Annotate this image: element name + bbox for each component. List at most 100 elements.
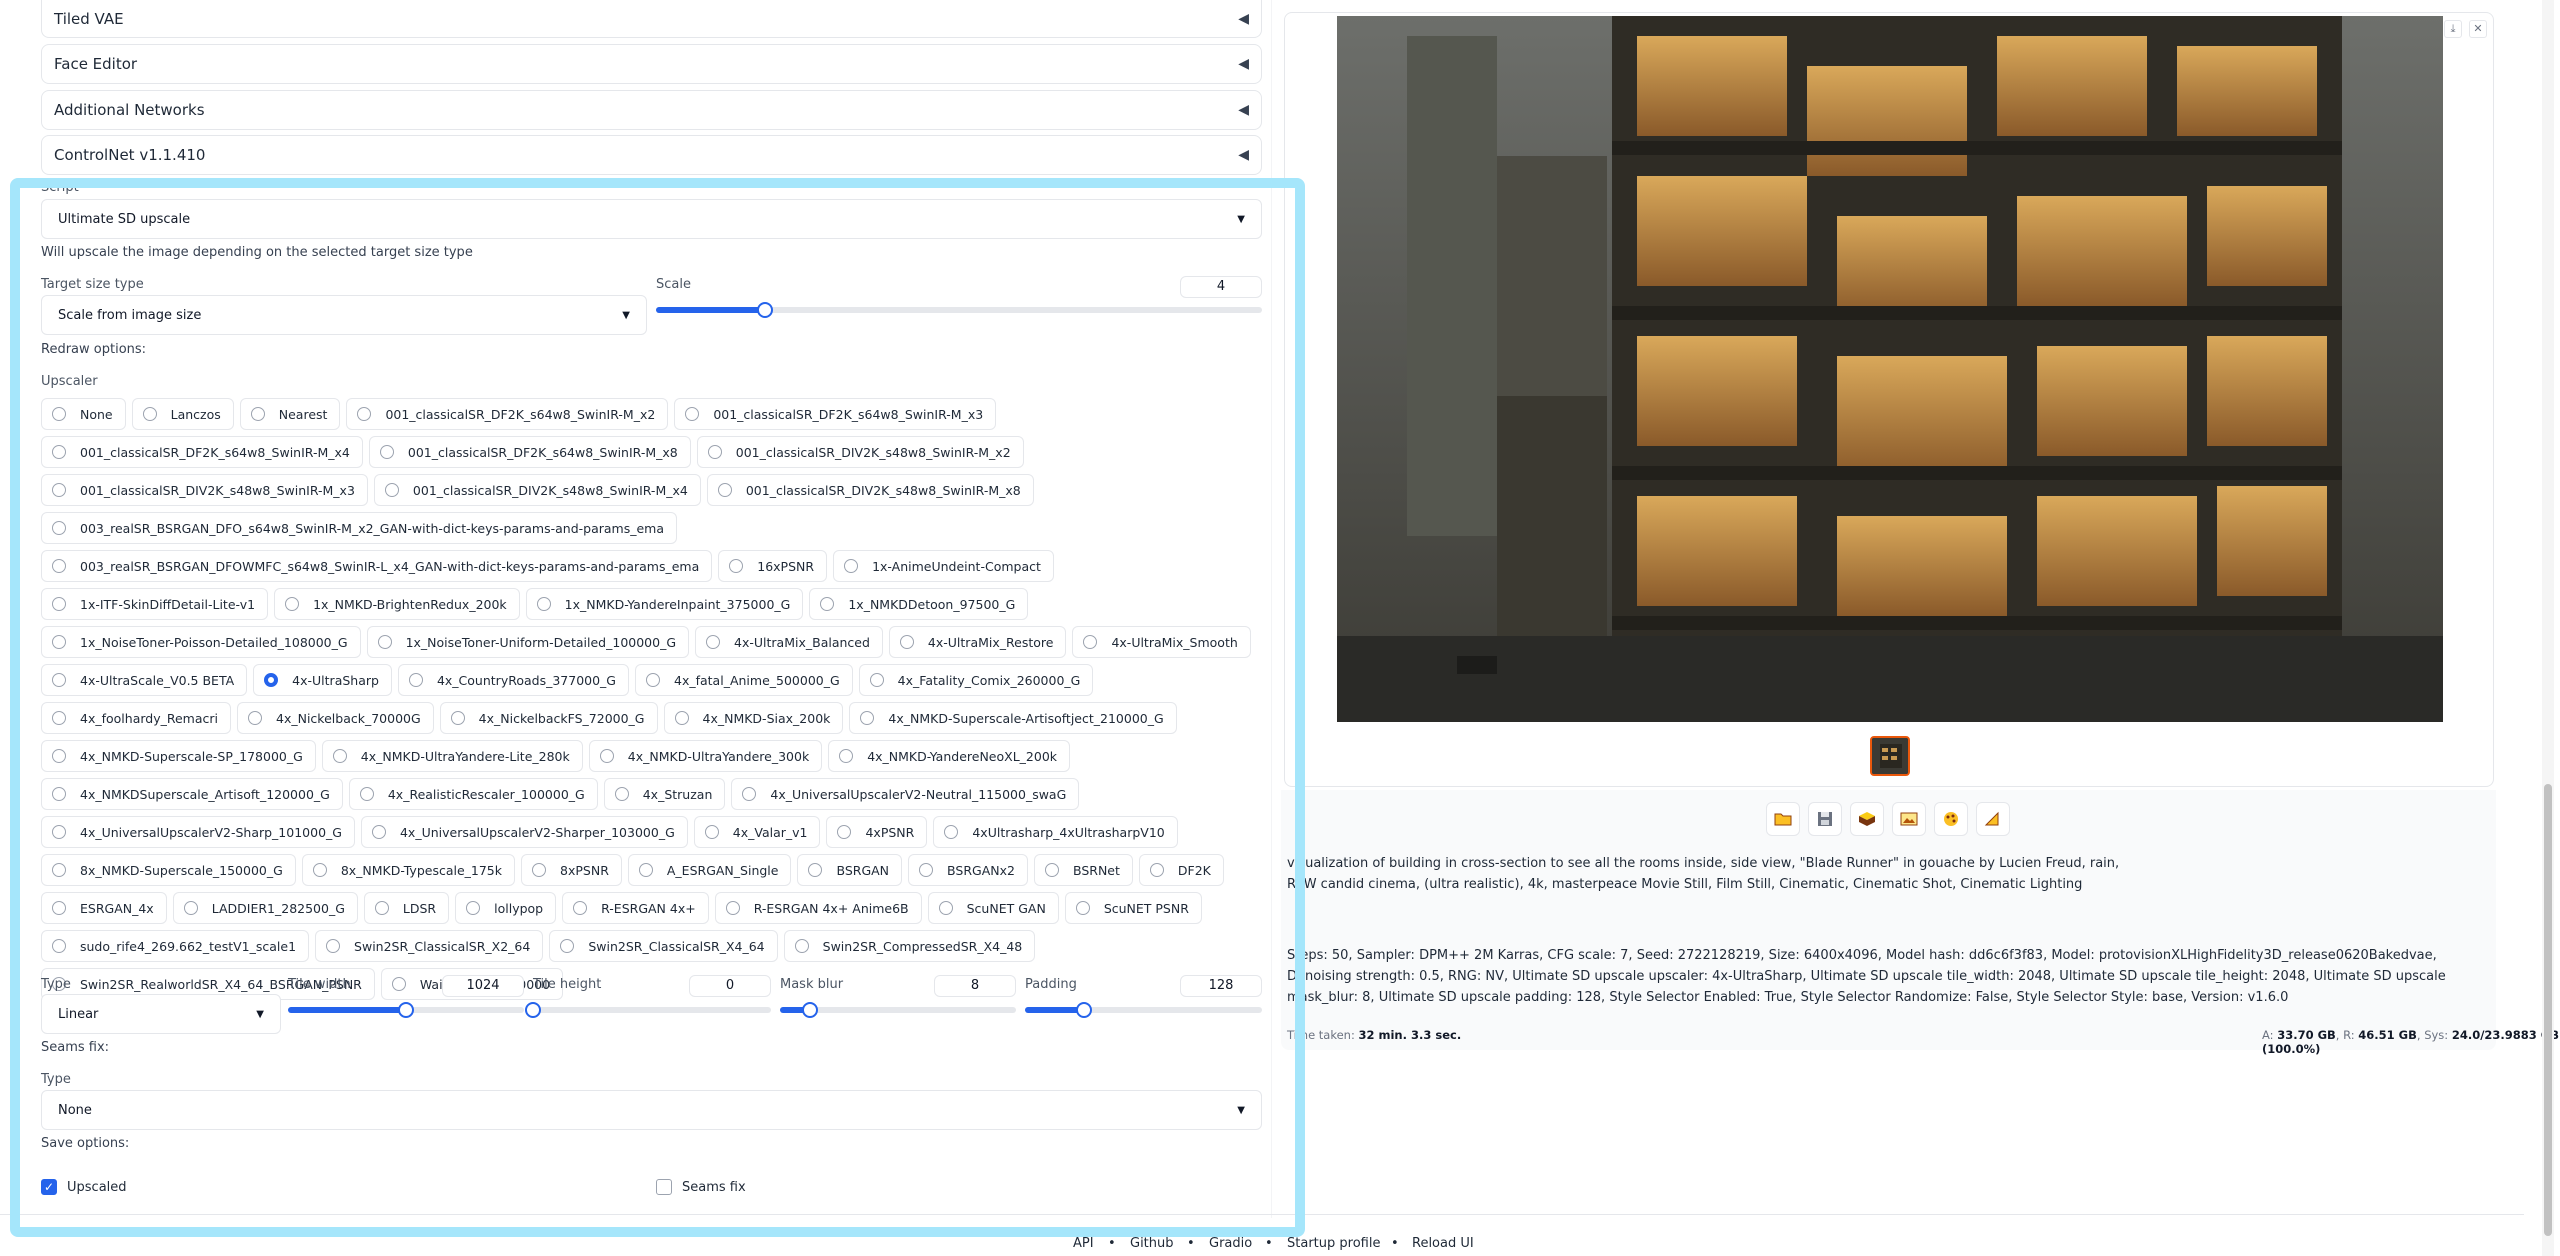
radio-circle-icon[interactable]	[706, 635, 721, 649]
slider-thumb[interactable]	[525, 1002, 541, 1018]
folder-icon[interactable]	[1766, 802, 1800, 836]
slider-thumb[interactable]	[1076, 1002, 1093, 1018]
upscaler-option[interactable]: 4x_Struzan	[603, 778, 726, 810]
upscaler-option[interactable]: ScuNET GAN	[927, 892, 1059, 924]
upscaler-option[interactable]: 003_realSR_BSRGAN_DFOWMFC_s64w8_SwinIR-L…	[41, 550, 713, 582]
scrollbar-thumb[interactable]	[2544, 784, 2552, 1236]
upscaler-option[interactable]: 8x_NMKD-Superscale_150000_G	[41, 854, 296, 886]
radio-circle-icon[interactable]	[1083, 635, 1098, 649]
upscaler-option[interactable]: 4x_NickelbackFS_72000_G	[439, 702, 658, 734]
radio-circle-icon[interactable]	[52, 635, 66, 649]
upscaler-option[interactable]: 1x-ITF-SkinDiffDetail-Lite-v1	[41, 588, 269, 620]
padding-slider[interactable]	[1025, 1002, 1262, 1018]
upscaler-option[interactable]: 4xUltrasharp_4xUltrasharpV10	[933, 816, 1178, 848]
upscaler-option[interactable]: 4x_NMKD-UltraYandere-Lite_280k	[321, 740, 583, 772]
upscaler-option[interactable]: 4x_Nickelback_70000G	[237, 702, 434, 734]
upscaler-option[interactable]: 4x_UniversalUpscalerV2-Neutral_115000_sw…	[731, 778, 1080, 810]
upscaler-option[interactable]: 4x_RealisticRescaler_100000_G	[348, 778, 598, 810]
radio-circle-icon[interactable]	[638, 863, 653, 877]
radio-circle-icon[interactable]	[384, 483, 399, 497]
upscaler-option[interactable]: R-ESRGAN 4x+ Anime6B	[714, 892, 922, 924]
upscaler-option[interactable]: 001_classicalSR_DF2K_s64w8_SwinIR-M_x3	[674, 398, 997, 430]
radio-circle-icon[interactable]	[379, 445, 394, 459]
scale-input[interactable]: 4	[1180, 276, 1262, 298]
upscaler-option[interactable]: 001_classicalSR_DIV2K_s48w8_SwinIR-M_x3	[41, 474, 368, 506]
upscaled-checkbox[interactable]: ✓	[41, 1179, 57, 1195]
upscaler-option[interactable]: 1x_NoiseToner-Uniform-Detailed_100000_G	[366, 626, 690, 658]
tile-height-slider[interactable]	[525, 1002, 771, 1018]
send-to-inpaint-icon[interactable]	[1934, 802, 1968, 836]
radio-circle-icon[interactable]	[377, 635, 392, 649]
radio-circle-icon[interactable]	[532, 863, 547, 877]
radio-circle-icon[interactable]	[899, 635, 914, 649]
seams-fix-checkbox-row[interactable]: Seams fix	[656, 1179, 746, 1195]
upscaler-option[interactable]: lollypop	[455, 892, 557, 924]
upscaler-option[interactable]: DF2K	[1138, 854, 1224, 886]
scale-slider[interactable]	[656, 302, 1262, 318]
radio-circle-icon[interactable]	[391, 977, 406, 991]
seams-fix-checkbox[interactable]	[656, 1179, 672, 1195]
upscaler-option[interactable]: 4x_NMKD-Superscale-SP_178000_G	[41, 740, 316, 772]
accordion-face-editor[interactable]: Face Editor ◀	[41, 44, 1262, 84]
radio-circle-icon[interactable]	[1149, 863, 1164, 877]
radio-circle-icon[interactable]	[52, 749, 66, 763]
radio-circle-icon[interactable]	[536, 597, 551, 611]
type-dropdown[interactable]: Linear ▼	[41, 994, 281, 1034]
upscaler-option[interactable]: 1x_NMKDDetoon_97500_G	[809, 588, 1029, 620]
radio-circle-icon[interactable]	[742, 787, 757, 801]
radio-circle-icon[interactable]	[312, 863, 327, 877]
upscaler-option[interactable]: 4x-UltraMix_Smooth	[1072, 626, 1251, 658]
page-scrollbar[interactable]	[2542, 0, 2554, 1256]
radio-circle-icon[interactable]	[938, 901, 953, 915]
radio-circle-icon[interactable]	[264, 673, 279, 687]
upscaler-option[interactable]: A_ESRGAN_Single	[627, 854, 792, 886]
seams-type-dropdown[interactable]: None ▼	[41, 1090, 1262, 1130]
zip-archive-icon[interactable]	[1850, 802, 1884, 836]
upscaler-option[interactable]: 4x_Valar_v1	[693, 816, 821, 848]
upscaler-option[interactable]: 8xPSNR	[521, 854, 622, 886]
radio-circle-icon[interactable]	[332, 749, 347, 763]
upscaler-option[interactable]: BSRGANx2	[908, 854, 1028, 886]
upscaler-option[interactable]: 4x_NMKD-Siax_200k	[663, 702, 844, 734]
save-icon[interactable]	[1808, 802, 1842, 836]
upscaler-option[interactable]: R-ESRGAN 4x+	[562, 892, 709, 924]
upscaler-option[interactable]: 4x-UltraMix_Restore	[888, 626, 1067, 658]
slider-thumb[interactable]	[757, 302, 774, 318]
radio-circle-icon[interactable]	[326, 939, 341, 953]
radio-circle-icon[interactable]	[52, 787, 66, 801]
radio-circle-icon[interactable]	[725, 901, 740, 915]
upscaler-option[interactable]: 4x_UniversalUpscalerV2-Sharp_101000_G	[41, 816, 355, 848]
radio-circle-icon[interactable]	[52, 939, 66, 953]
radio-circle-icon[interactable]	[860, 711, 875, 725]
upscaler-option[interactable]: 001_classicalSR_DF2K_s64w8_SwinIR-M_x2	[346, 398, 669, 430]
radio-circle-icon[interactable]	[52, 711, 66, 725]
upscaler-option[interactable]: 1x_NMKD-BrightenRedux_200k	[274, 588, 520, 620]
radio-circle-icon[interactable]	[52, 521, 66, 535]
upscaler-option[interactable]: 4x-UltraScale_V0.5 BETA	[41, 664, 248, 696]
radio-circle-icon[interactable]	[52, 483, 66, 497]
upscaler-option[interactable]: 001_classicalSR_DIV2K_s48w8_SwinIR-M_x8	[706, 474, 1034, 506]
upscaler-option[interactable]: 4x_fatal_Anime_500000_G	[635, 664, 853, 696]
upscaler-option[interactable]: 4x_NMKD-UltraYandere_300k	[588, 740, 823, 772]
mask-blur-slider[interactable]	[780, 1002, 1016, 1018]
upscaler-option[interactable]: Swin2SR_ClassicalSR_X4_64	[549, 930, 778, 962]
upscaler-option[interactable]: 16xPSNR	[718, 550, 828, 582]
radio-circle-icon[interactable]	[808, 863, 823, 877]
radio-circle-icon[interactable]	[646, 673, 660, 687]
radio-circle-icon[interactable]	[285, 597, 300, 611]
upscaler-option[interactable]: 4x_UniversalUpscalerV2-Sharper_103000_G	[360, 816, 688, 848]
radio-circle-icon[interactable]	[450, 711, 465, 725]
radio-circle-icon[interactable]	[52, 863, 66, 877]
download-icon[interactable]: ⤓	[2444, 20, 2462, 38]
upscaler-option[interactable]: None	[41, 398, 126, 430]
radio-circle-icon[interactable]	[248, 711, 262, 725]
upscaler-option[interactable]: 4xPSNR	[826, 816, 928, 848]
radio-circle-icon[interactable]	[52, 901, 66, 915]
slider-thumb[interactable]	[398, 1002, 414, 1018]
upscaler-option[interactable]: BSRGAN	[797, 854, 903, 886]
radio-circle-icon[interactable]	[707, 445, 722, 459]
radio-circle-icon[interactable]	[371, 825, 386, 839]
upscaler-option[interactable]: ESRGAN_4x	[41, 892, 167, 924]
mask-blur-input[interactable]: 8	[934, 975, 1016, 997]
upscaler-option[interactable]: Swin2SR_ClassicalSR_X2_64	[315, 930, 544, 962]
